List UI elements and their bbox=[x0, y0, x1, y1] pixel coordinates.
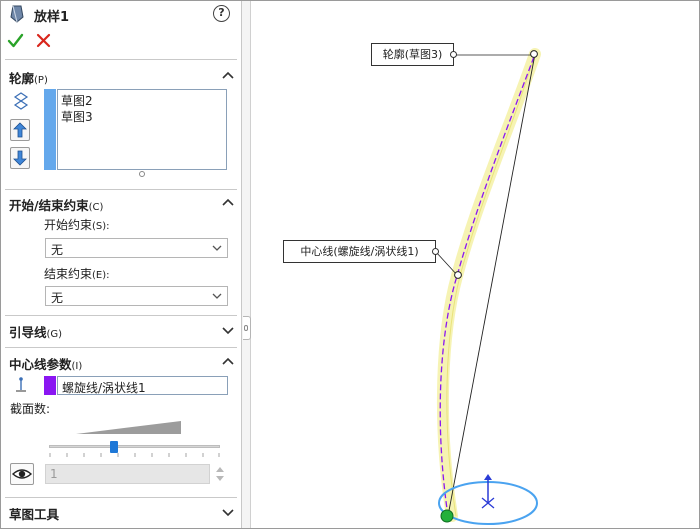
section-centerline-label: 中心线参数 bbox=[9, 357, 72, 372]
centerline-field[interactable]: 螺旋线/涡状线1 bbox=[57, 376, 228, 395]
start-point[interactable] bbox=[440, 509, 454, 523]
graphics-viewport[interactable]: 轮廓(草图3) 中心线(螺旋线/涡状线1) bbox=[252, 1, 699, 528]
profile-icon bbox=[13, 92, 29, 110]
property-manager-panel: 放样1 ? 轮廓(P) 草图2 草图3 开始/结束约束(C) 开始约束(S): … bbox=[1, 1, 242, 528]
list-resize-handle[interactable] bbox=[139, 171, 145, 177]
centerline-callout-dot bbox=[432, 248, 439, 255]
end-constraint-select[interactable]: 无 bbox=[45, 286, 228, 306]
chevron-down-icon[interactable] bbox=[221, 505, 235, 519]
section-guides-header[interactable]: 引导线(G) bbox=[1, 318, 242, 342]
move-down-button[interactable] bbox=[10, 147, 30, 169]
centerline-anchor-dot[interactable] bbox=[454, 271, 462, 279]
list-item[interactable]: 草图3 bbox=[61, 108, 93, 125]
divider bbox=[5, 189, 237, 190]
collapse-panel-handle[interactable] bbox=[243, 316, 251, 340]
triad-y-arrow bbox=[484, 474, 492, 480]
section-constraints-label: 开始/结束约束 bbox=[9, 198, 89, 213]
section-sketch-tools-header[interactable]: 草图工具 bbox=[1, 500, 242, 524]
section-centerline-shortcut: (I) bbox=[71, 361, 83, 372]
section-constraints-title: 开始/结束约束(C) bbox=[9, 195, 103, 214]
chevron-down-icon bbox=[212, 293, 222, 299]
end-constraint-shortcut: (E): bbox=[92, 270, 110, 281]
centerline-callout[interactable]: 中心线(螺旋线/涡状线1) bbox=[283, 240, 436, 263]
spin-arrows-icon[interactable] bbox=[213, 464, 227, 484]
sections-slider-thumb[interactable] bbox=[110, 441, 118, 453]
end-constraint-text: 结束约束 bbox=[44, 267, 93, 281]
sections-label: 截面数: bbox=[10, 402, 51, 416]
help-icon[interactable]: ? bbox=[213, 5, 230, 22]
section-centerline-title: 中心线参数(I) bbox=[9, 354, 82, 373]
profile-callout[interactable]: 轮廓(草图3) bbox=[371, 43, 454, 66]
sections-spin-field[interactable]: 1 bbox=[45, 464, 210, 484]
section-profiles-label: 轮廓 bbox=[9, 71, 35, 86]
divider bbox=[5, 315, 237, 316]
loft-preview-band bbox=[436, 48, 541, 522]
end-constraint-value: 无 bbox=[51, 291, 64, 305]
panel-header: 放样1 ? bbox=[1, 1, 242, 27]
section-profiles-title: 轮廓(P) bbox=[9, 68, 48, 87]
centerline-callout-text: 中心线(螺旋线/涡状线1) bbox=[300, 245, 419, 258]
centerline-color-strip bbox=[44, 376, 56, 395]
chevron-down-icon[interactable] bbox=[221, 323, 235, 337]
divider bbox=[5, 59, 237, 60]
section-constraints-header[interactable]: 开始/结束约束(C) bbox=[1, 191, 242, 215]
section-guides-label: 引导线 bbox=[9, 325, 47, 340]
section-constraints-shortcut: (C) bbox=[88, 202, 104, 213]
model-preview bbox=[435, 48, 541, 525]
start-constraint-select[interactable]: 无 bbox=[45, 238, 228, 258]
handle-grip bbox=[244, 325, 248, 331]
slider-ticks bbox=[49, 453, 220, 457]
profile-callout-dot bbox=[450, 51, 457, 58]
sections-spin-value: 1 bbox=[50, 467, 58, 481]
panel-title: 放样1 bbox=[34, 10, 70, 25]
section-guides-title: 引导线(G) bbox=[9, 322, 62, 341]
divider bbox=[5, 497, 237, 498]
check-icon[interactable] bbox=[7, 32, 24, 49]
start-constraint-label: 开始约束(S): bbox=[44, 216, 110, 233]
profile-anchor-dot[interactable] bbox=[530, 50, 538, 58]
close-icon[interactable] bbox=[35, 32, 52, 49]
chevron-up-icon[interactable] bbox=[221, 69, 235, 83]
preview-toggle-button[interactable] bbox=[10, 463, 34, 485]
loft-feature-icon bbox=[10, 5, 24, 23]
chevron-up-icon[interactable] bbox=[221, 355, 235, 369]
profile-list-color-strip bbox=[44, 89, 56, 170]
panel-splitter[interactable] bbox=[242, 1, 251, 528]
list-item[interactable]: 草图2 bbox=[61, 92, 93, 109]
sections-ramp-graphic bbox=[76, 421, 181, 434]
centerline-value: 螺旋线/涡状线1 bbox=[62, 381, 146, 395]
arrow-down-icon bbox=[13, 150, 27, 166]
profile-callout-text: 轮廓(草图3) bbox=[382, 48, 443, 61]
section-profiles-shortcut: (P) bbox=[34, 75, 48, 86]
start-constraint-value: 无 bbox=[51, 243, 64, 257]
section-profiles-header[interactable]: 轮廓(P) bbox=[1, 64, 242, 88]
section-sketch-tools-title: 草图工具 bbox=[9, 507, 60, 522]
start-constraint-text: 开始约束 bbox=[44, 218, 93, 232]
divider bbox=[5, 347, 237, 348]
profile-list[interactable]: 草图2 草图3 bbox=[57, 89, 227, 170]
chevron-up-icon[interactable] bbox=[221, 196, 235, 210]
arrow-up-icon bbox=[13, 122, 27, 138]
section-centerline-header[interactable]: 中心线参数(I) bbox=[1, 350, 242, 374]
start-constraint-shortcut: (S): bbox=[92, 221, 110, 232]
chevron-down-icon bbox=[212, 245, 222, 251]
end-constraint-label: 结束约束(E): bbox=[44, 265, 110, 282]
eye-icon bbox=[11, 469, 33, 479]
move-up-button[interactable] bbox=[10, 119, 30, 141]
profile-line bbox=[447, 53, 536, 517]
centerline-icon bbox=[16, 377, 26, 392]
sections-slider-track[interactable] bbox=[49, 445, 220, 448]
section-guides-shortcut: (G) bbox=[46, 329, 63, 340]
